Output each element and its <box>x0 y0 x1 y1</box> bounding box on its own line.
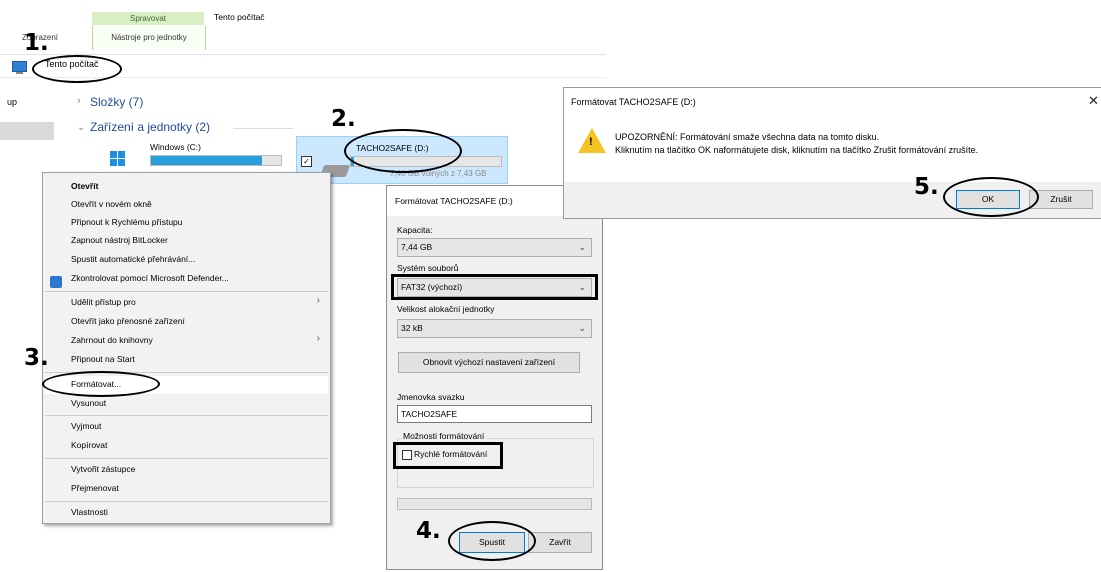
chevron-down-icon: ⌄ <box>578 323 586 333</box>
close-icon[interactable]: ✕ <box>1088 94 1099 109</box>
allocation-label: Velikost alokační jednotky <box>397 304 495 314</box>
highlight-box-filesystem <box>391 274 598 300</box>
menu-item-rename[interactable]: Přejmenovat <box>71 483 119 493</box>
menu-item-include-library[interactable]: Zahrnout do knihovny <box>71 335 153 345</box>
chevron-right-icon: › <box>316 333 320 344</box>
nav-pane-item[interactable]: up <box>7 97 17 107</box>
highlight-ellipse-ok <box>943 177 1039 217</box>
menu-item-cut[interactable]: Vyjmout <box>71 421 101 431</box>
menu-item-bitlocker[interactable]: Zapnout nástroj BitLocker <box>71 235 168 245</box>
dialog-title: Formátovat TACHO2SAFE (D:) <box>571 97 696 107</box>
tab-manage[interactable]: Spravovat <box>92 12 204 25</box>
capacity-value: 7,44 GB <box>401 242 433 252</box>
section-devices[interactable]: Zařízení a jednotky (2) <box>90 120 210 134</box>
menu-item-eject[interactable]: Vysunout <box>71 398 106 408</box>
format-options-label: Možnosti formátování <box>401 431 487 441</box>
nav-pane-selected-item[interactable] <box>0 122 54 140</box>
shield-icon <box>50 276 62 288</box>
menu-item-properties[interactable]: Vlastnosti <box>71 507 108 517</box>
menu-separator <box>45 501 328 502</box>
drive-c-name: Windows (C:) <box>150 142 202 152</box>
menu-item-give-access[interactable]: Udělit přístup pro <box>71 297 136 307</box>
allocation-select[interactable]: 32 kB ⌄ <box>397 319 592 338</box>
capacity-label: Kapacita: <box>397 225 433 235</box>
chevron-down-icon[interactable]: ⌄ <box>77 122 85 133</box>
menu-separator <box>45 415 328 416</box>
volume-label-input[interactable]: TACHO2SAFE <box>397 405 592 423</box>
menu-item-defender-scan[interactable]: Zkontrolovat pomocí Microsoft Defender..… <box>71 273 229 283</box>
menu-separator <box>45 291 328 292</box>
volume-label-value: TACHO2SAFE <box>401 409 458 419</box>
menu-separator <box>45 458 328 459</box>
filesystem-label: Systém souborů <box>397 263 459 273</box>
section-divider <box>233 128 293 129</box>
highlight-ellipse-start <box>448 521 536 561</box>
menu-item-open-new-window[interactable]: Otevřít v novém okně <box>71 199 152 209</box>
close-button[interactable]: Zavřít <box>528 532 592 553</box>
allocation-value: 32 kB <box>401 323 423 333</box>
warning-line-2: Kliknutím na tlačítko OK naformátujete d… <box>615 145 979 155</box>
menu-item-open[interactable]: Otevřít <box>71 181 98 191</box>
chevron-right-icon: › <box>316 295 320 306</box>
highlight-ellipse-drive <box>344 129 462 173</box>
capacity-select[interactable]: 7,44 GB ⌄ <box>397 238 592 257</box>
tab-drive-tools[interactable]: Nástroje pro jednotky <box>92 26 206 50</box>
menu-item-autoplay[interactable]: Spustit automatické přehrávání... <box>71 254 195 264</box>
dialog-title: Formátovat TACHO2SAFE (D:) <box>395 196 513 206</box>
format-dialog: Formátovat TACHO2SAFE (D:) ✕ Kapacita: 7… <box>386 185 603 570</box>
step-number-4: 4. <box>416 518 441 544</box>
step-number-2: 2. <box>331 106 356 132</box>
step-number-3: 3. <box>24 345 49 371</box>
highlight-box-quick-format <box>393 442 503 469</box>
volume-label-label: Jmenovka svazku <box>397 392 465 402</box>
chevron-down-icon: ⌄ <box>578 242 586 252</box>
warning-icon-mark: ! <box>589 136 593 148</box>
highlight-ellipse-address <box>32 55 122 83</box>
format-progress-bar <box>397 498 592 510</box>
highlight-ellipse-format <box>42 371 160 397</box>
menu-item-pin-quick-access[interactable]: Připnout k Rychlému přístupu <box>71 217 183 227</box>
restore-defaults-button[interactable]: Obnovit výchozí nastavení zařízení <box>398 352 580 373</box>
drive-d-checkbox[interactable]: ✓ <box>301 156 312 167</box>
context-menu: Otevřít Otevřít v novém okně Připnout k … <box>42 172 331 524</box>
step-number-5: 5. <box>914 174 939 200</box>
computer-icon <box>12 61 27 74</box>
section-folders[interactable]: Složky (7) <box>90 95 143 109</box>
drive-c-usage-bar <box>150 155 282 166</box>
window-title: Tento počítač <box>214 12 265 22</box>
menu-item-copy[interactable]: Kopírovat <box>71 440 107 450</box>
menu-item-open-portable[interactable]: Otevřít jako přenosné zařízení <box>71 316 185 326</box>
windows-drive-icon <box>110 151 126 167</box>
step-number-1: 1. <box>24 30 49 56</box>
warning-line-1: UPOZORNĚNÍ: Formátování smaže všechna da… <box>615 132 880 142</box>
menu-item-create-shortcut[interactable]: Vytvořit zástupce <box>71 464 135 474</box>
menu-item-pin-start[interactable]: Připnout na Start <box>71 354 135 364</box>
chevron-right-icon[interactable]: › <box>77 95 81 107</box>
